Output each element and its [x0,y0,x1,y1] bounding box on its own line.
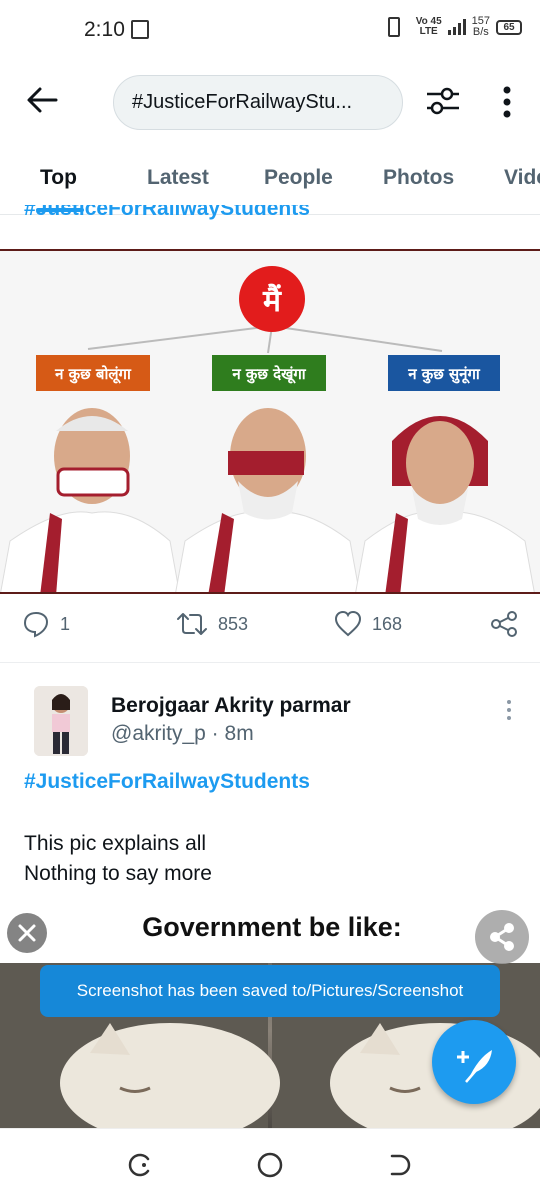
tweet1-image-art: मैं न कुछ बोलूंगा न कुछ देखूंगा न कुछ सु… [0,251,540,592]
more-options-icon[interactable] [497,82,517,122]
search-query: #JusticeForRailwayStu... [132,91,353,113]
like-button[interactable]: 168 [334,610,402,638]
share-button[interactable] [490,610,518,638]
recents-icon[interactable] [126,1151,154,1179]
tweet-divider [0,662,540,663]
home-icon[interactable] [256,1151,284,1179]
network-type: Vo 45 LTE [415,16,442,37]
sim-icon [131,20,149,39]
vibrate-icon [387,17,400,37]
share-icon [490,923,514,951]
tab-photos[interactable]: Photos [383,166,454,190]
share-icon [491,611,517,637]
compose-feather-icon [457,1050,492,1083]
badge-text: मैं [262,283,282,319]
search-filter-icon[interactable] [424,82,462,120]
tweet2-hashtag[interactable]: #JusticeForRailwayStudents [24,770,310,794]
back-nav-icon[interactable] [386,1151,414,1179]
tweet1-actions: 1 853 168 [0,610,540,650]
retweet-count: 853 [218,613,249,634]
tab-people[interactable]: People [264,166,333,190]
label-no-speak: न कुछ बोलूंगा [54,365,132,384]
search-input[interactable]: #JusticeForRailwayStu... [113,75,403,130]
tweet-text-line1: This pic explains all [24,832,207,855]
compose-tweet-button[interactable] [432,1020,516,1104]
network-speed: 157 B/s [471,15,490,38]
back-arrow-icon[interactable] [24,82,60,118]
signal-icon [447,19,466,35]
tab-latest[interactable]: Latest [147,166,209,190]
image-caption: Government be like: [0,905,540,961]
reply-button[interactable]: 1 [22,610,70,638]
label-no-hear: न कुछ सुनूंगा [407,365,481,384]
battery-icon: 65 [496,19,522,35]
tweet-menu-icon[interactable] [503,698,515,722]
label-no-see: न कुछ देखूंगा [231,365,306,384]
close-screenshot-button[interactable] [7,913,47,953]
status-time: 2:10 [84,18,125,41]
retweet-button[interactable]: 853 [176,610,248,638]
retweet-icon [177,613,207,635]
status-indicators: Vo 45 LTE 157 B/s 65 [387,15,522,38]
like-count: 168 [372,613,403,634]
tweet1-hashtag[interactable]: #JusticeForRailwayStudents [24,205,364,227]
screenshot-share-button[interactable] [475,910,529,964]
search-tabs: Top Latest People Photos Vide [0,150,540,212]
reply-icon [23,611,49,638]
author-name[interactable]: Berojgaar Akrity parmar [111,694,351,718]
close-icon [18,924,36,942]
author-handle: @akrity_p · 8m [111,722,254,745]
screenshot-toast: Screenshot has been saved to/Pictures/Sc… [40,965,500,1017]
status-bar: 2:10 Vo 45 LTE 157 B/s 65 [0,0,540,60]
search-header: #JusticeForRailwayStu... [0,60,540,144]
tweet1-image[interactable]: मैं न कुछ बोलूंगा न कुछ देखूंगा न कुछ सु… [0,249,540,594]
heart-icon [334,610,362,637]
avatar[interactable] [34,686,88,756]
tab-videos[interactable]: Vide [504,166,540,190]
reply-count: 1 [60,613,71,634]
system-nav-bar [0,1128,540,1200]
tab-top[interactable]: Top [40,166,77,190]
tweet-text-line2: Nothing to say more [24,862,212,885]
